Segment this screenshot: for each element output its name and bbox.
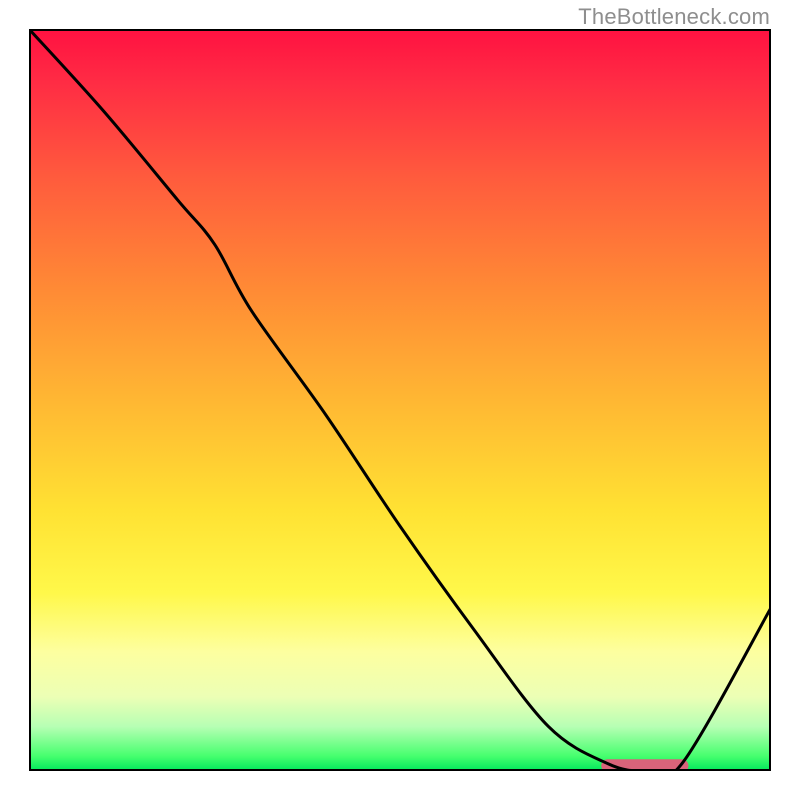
curve-path — [29, 29, 771, 771]
curve-series — [29, 29, 771, 771]
watermark-text: TheBottleneck.com — [578, 4, 770, 30]
plot-area — [29, 29, 771, 771]
chart-svg — [29, 29, 771, 771]
chart-container: TheBottleneck.com — [0, 0, 800, 800]
